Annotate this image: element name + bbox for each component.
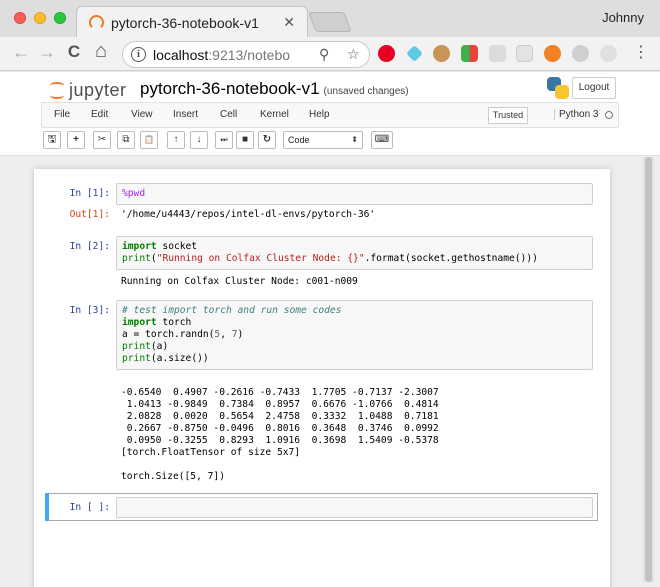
kernel-status-icon bbox=[605, 111, 613, 119]
python-logo-icon bbox=[547, 77, 569, 99]
diamond-icon[interactable] bbox=[406, 45, 423, 62]
save-icon: 🖫 bbox=[47, 134, 57, 145]
new-tab-button[interactable] bbox=[308, 12, 352, 32]
move-down-button[interactable]: ↓ bbox=[190, 131, 208, 149]
cell-3-in-prompt: In [3]: bbox=[69, 305, 110, 316]
run-button[interactable]: ⏭ bbox=[215, 131, 233, 149]
keyboard-icon: ⌨ bbox=[374, 134, 390, 145]
run-icon: ⏭ bbox=[220, 135, 228, 144]
address-bar[interactable]: i localhost:9213/notebo ⚲ ☆ bbox=[122, 41, 370, 68]
cell-1-in-prompt: In [1]: bbox=[69, 188, 110, 199]
add-cell-icon: + bbox=[73, 134, 79, 145]
menu-cell[interactable]: Cell bbox=[220, 109, 237, 120]
notebook-container bbox=[34, 169, 610, 587]
cell-2-input[interactable]: import socket print("Running on Colfax C… bbox=[116, 236, 593, 270]
paste-icon: 📋 bbox=[144, 135, 154, 144]
paste-button[interactable]: 📋 bbox=[140, 131, 158, 149]
jupyter-logo[interactable]: jupyter bbox=[49, 79, 127, 101]
jupyter-favicon-icon bbox=[89, 15, 104, 30]
mail-icon[interactable] bbox=[489, 45, 506, 62]
select-arrows-icon: ⬍ bbox=[351, 135, 358, 144]
window-controls bbox=[14, 12, 66, 24]
menu-view[interactable]: View bbox=[131, 109, 153, 120]
cut-button[interactable]: ✂ bbox=[93, 131, 111, 149]
restart-icon: ↻ bbox=[262, 134, 272, 145]
page-scrollbar[interactable] bbox=[643, 157, 654, 582]
logout-button[interactable]: Logout bbox=[572, 77, 616, 99]
stop-button[interactable]: ■ bbox=[236, 131, 254, 149]
jupyter-logo-icon bbox=[49, 79, 65, 101]
move-up-button[interactable]: ↑ bbox=[167, 131, 185, 149]
tab-title: pytorch-36-notebook-v1 bbox=[111, 15, 259, 31]
star-icon[interactable]: ☆ bbox=[347, 46, 360, 63]
home-icon[interactable]: ⌂ bbox=[90, 40, 112, 63]
back-icon[interactable]: ← bbox=[10, 42, 32, 63]
menu-bar: File Edit View Insert Cell Kernel Help T… bbox=[41, 102, 619, 128]
stop-icon: ■ bbox=[241, 134, 249, 145]
menu-icon[interactable]: ⋮ bbox=[630, 42, 652, 62]
move-down-icon: ↓ bbox=[196, 134, 202, 145]
cell-1-output: '/home/u4443/repos/intel-dl-envs/pytorch… bbox=[121, 209, 376, 220]
notebook-title[interactable]: pytorch-36-notebook-v1 (unsaved changes) bbox=[140, 79, 409, 99]
menu-kernel[interactable]: Kernel bbox=[260, 109, 289, 120]
forward-icon[interactable]: → bbox=[36, 42, 58, 63]
cell-1-out-prompt: Out[1]: bbox=[69, 209, 110, 220]
cell-3-input[interactable]: # test import torch and run some codes i… bbox=[116, 300, 593, 370]
search-icon[interactable]: ⚲ bbox=[319, 46, 329, 63]
cookie-icon[interactable] bbox=[433, 45, 450, 62]
copy-icon: ⧉ bbox=[122, 134, 130, 145]
cell-2-in-prompt: In [2]: bbox=[69, 241, 110, 252]
save-button[interactable]: 🖫 bbox=[43, 131, 61, 149]
move-up-icon: ↑ bbox=[173, 134, 179, 145]
pie-icon[interactable] bbox=[572, 45, 589, 62]
minimize-window-button[interactable] bbox=[34, 12, 46, 24]
cut-icon: ✂ bbox=[97, 134, 107, 145]
maximize-window-button[interactable] bbox=[54, 12, 66, 24]
browser-toolbar: ← → C ⌂ i localhost:9213/notebo ⚲ ☆ ⋮ bbox=[0, 37, 660, 71]
pinterest-icon[interactable] bbox=[378, 45, 395, 62]
cell-4-input[interactable] bbox=[116, 497, 593, 518]
settings-icon[interactable] bbox=[600, 45, 617, 62]
office-icon[interactable] bbox=[516, 45, 533, 62]
copy-button[interactable]: ⧉ bbox=[117, 131, 135, 149]
info-icon[interactable]: i bbox=[131, 47, 146, 62]
menu-edit[interactable]: Edit bbox=[91, 109, 108, 120]
menu-insert[interactable]: Insert bbox=[173, 109, 198, 120]
close-window-button[interactable] bbox=[14, 12, 26, 24]
cell-4-in-prompt: In [ ]: bbox=[69, 502, 110, 513]
browser-tab-bar: pytorch-36-notebook-v1 ✕ Johnny bbox=[0, 0, 660, 37]
kernel-name[interactable]: Python 3 bbox=[554, 109, 598, 120]
unsaved-indicator: (unsaved changes) bbox=[323, 86, 409, 97]
cell-1-code: %pwd bbox=[122, 188, 146, 199]
grid-icon[interactable] bbox=[461, 45, 478, 62]
trusted-indicator[interactable]: Trusted bbox=[488, 107, 528, 124]
stack-icon[interactable] bbox=[544, 45, 561, 62]
tab-close-icon[interactable]: ✕ bbox=[283, 14, 295, 31]
notebook-header: jupyter pytorch-36-notebook-v1 (unsaved c… bbox=[0, 72, 660, 156]
cell-2-output: Running on Colfax Cluster Node: c001-n00… bbox=[121, 276, 358, 287]
profile-name[interactable]: Johnny bbox=[602, 10, 644, 25]
cell-3-output: -0.6540 0.4907 -0.2616 -0.7433 1.7705 -0… bbox=[121, 387, 439, 482]
menu-help[interactable]: Help bbox=[309, 109, 330, 120]
reload-icon[interactable]: C bbox=[63, 42, 85, 62]
browser-tab[interactable]: pytorch-36-notebook-v1 ✕ bbox=[76, 6, 308, 37]
command-palette-button[interactable]: ⌨ bbox=[371, 131, 393, 149]
scrollbar-thumb[interactable] bbox=[645, 157, 652, 582]
url-text[interactable]: localhost:9213/notebo bbox=[153, 47, 290, 63]
cell-type-select[interactable]: Code ⬍ bbox=[283, 131, 363, 149]
menu-file[interactable]: File bbox=[54, 109, 70, 120]
restart-button[interactable]: ↻ bbox=[258, 131, 276, 149]
cell-1-input[interactable]: %pwd bbox=[116, 183, 593, 205]
add-cell-button[interactable]: + bbox=[67, 131, 85, 149]
